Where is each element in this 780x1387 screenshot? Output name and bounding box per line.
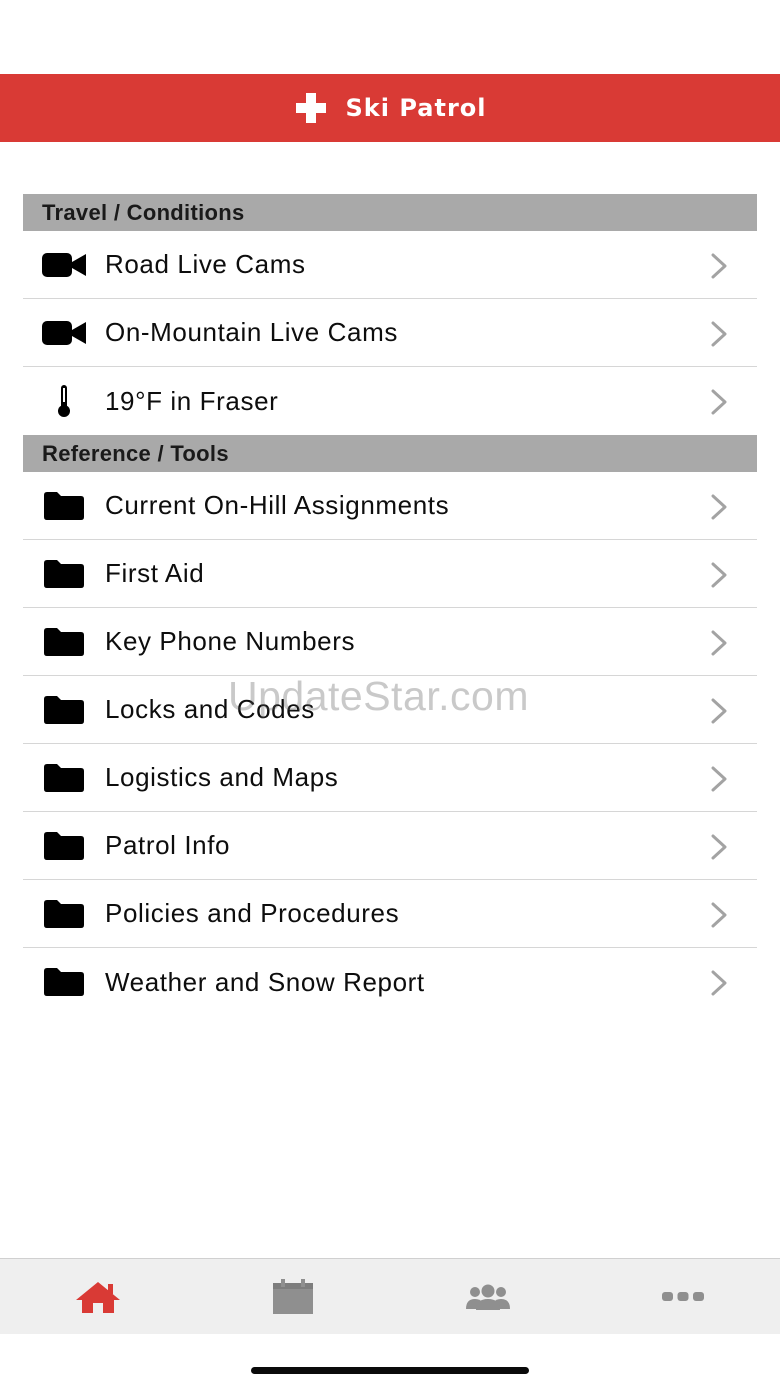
thermometer-icon xyxy=(23,367,105,435)
list-item-road-live-cams[interactable]: Road Live Cams xyxy=(23,231,757,299)
list-item-weather-and-snow-report[interactable]: Weather and Snow Report xyxy=(23,948,757,1016)
list-item-policies-and-procedures[interactable]: Policies and Procedures xyxy=(23,880,757,948)
folder-icon xyxy=(23,744,105,812)
folder-icon xyxy=(23,540,105,608)
chevron-right-icon xyxy=(711,389,727,415)
list-item-label: First Aid xyxy=(105,558,205,588)
folder-icon xyxy=(23,948,105,1016)
list-item-label: Road Live Cams xyxy=(105,249,306,279)
list-item-label: Patrol Info xyxy=(105,830,231,860)
chevron-right-icon xyxy=(711,494,727,520)
list-item-label: Logistics and Maps xyxy=(105,762,339,792)
folder-icon xyxy=(23,812,105,880)
home-icon xyxy=(75,1281,120,1313)
video-camera-icon xyxy=(23,299,105,367)
app-header: Ski Patrol xyxy=(0,74,780,142)
folder-icon xyxy=(23,472,105,540)
list-item-on-mountain-live-cams[interactable]: On-Mountain Live Cams xyxy=(23,299,757,367)
folder-icon xyxy=(23,676,105,744)
section-header-reference-tools: Reference / Tools xyxy=(23,435,757,472)
people-icon xyxy=(465,1284,510,1310)
list-item-label: Weather and Snow Report xyxy=(105,966,425,997)
list-item-first-aid[interactable]: First Aid xyxy=(23,540,757,608)
list-item-temperature[interactable]: 19°F in Fraser xyxy=(23,367,757,435)
list-item-current-on-hill-assignments[interactable]: Current On-Hill Assignments xyxy=(23,472,757,540)
list-item-label: Locks and Codes xyxy=(105,694,315,724)
chevron-right-icon xyxy=(711,562,727,588)
list-item-label: Key Phone Numbers xyxy=(105,626,356,656)
tab-home[interactable] xyxy=(0,1259,195,1335)
home-indicator[interactable] xyxy=(251,1367,529,1374)
tab-calendar[interactable] xyxy=(195,1259,390,1335)
list-item-locks-and-codes[interactable]: Locks and Codes xyxy=(23,676,757,744)
page-title: Ski Patrol xyxy=(345,94,487,122)
folder-icon xyxy=(23,880,105,948)
list-item-label: On-Mountain Live Cams xyxy=(105,317,398,347)
chevron-right-icon xyxy=(711,253,727,279)
more-icon xyxy=(661,1291,704,1301)
chevron-right-icon xyxy=(711,766,727,792)
folder-icon xyxy=(23,608,105,676)
chevron-right-icon xyxy=(711,970,727,996)
list-item-label: Current On-Hill Assignments xyxy=(105,490,450,520)
video-camera-icon xyxy=(23,231,105,299)
tab-more[interactable] xyxy=(585,1259,780,1335)
cross-icon xyxy=(295,93,326,123)
list-item-patrol-info[interactable]: Patrol Info xyxy=(23,812,757,880)
chevron-right-icon xyxy=(711,630,727,656)
chevron-right-icon xyxy=(711,902,727,928)
chevron-right-icon xyxy=(711,834,727,860)
tab-people[interactable] xyxy=(390,1259,585,1335)
chevron-right-icon xyxy=(711,698,727,724)
list-item-logistics-and-maps[interactable]: Logistics and Maps xyxy=(23,744,757,812)
list-item-key-phone-numbers[interactable]: Key Phone Numbers xyxy=(23,608,757,676)
list-item-label: 19°F in Fraser xyxy=(105,385,279,416)
tab-bar xyxy=(0,1258,780,1334)
calendar-icon xyxy=(272,1278,313,1314)
menu-list: Travel / Conditions Road Live Cams On-Mo… xyxy=(23,194,757,1016)
chevron-right-icon xyxy=(711,321,727,347)
list-item-label: Policies and Procedures xyxy=(105,898,400,928)
section-header-travel-conditions: Travel / Conditions xyxy=(23,194,757,231)
